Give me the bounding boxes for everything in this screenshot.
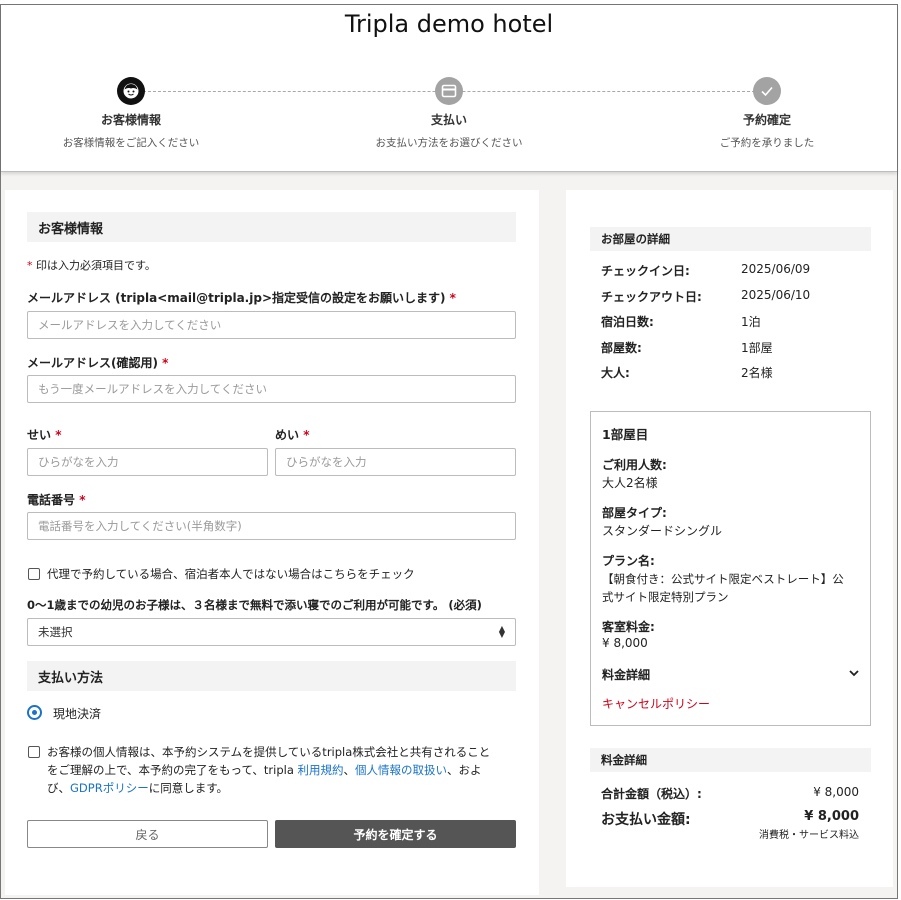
payment-onsite-radio[interactable] — [27, 705, 42, 720]
step-name: 支払い — [430, 113, 467, 127]
required-note: * 印は入力必須項目です。 — [27, 259, 156, 272]
nights-label: 宿泊日数: — [601, 315, 654, 329]
plan-value-line: 【朝食付き：公式サイト限定ベストレート】公 — [602, 572, 844, 586]
mei-input[interactable] — [275, 448, 516, 476]
fee-breakdown-toggle[interactable]: 料金詳細 — [602, 666, 860, 684]
step-desc: お支払い方法をお選びください — [375, 137, 523, 149]
nights-value: 1泊 — [741, 315, 761, 329]
sei-label: せい — [27, 428, 52, 442]
checkin-value: 2025/06/09 — [741, 262, 811, 276]
check-icon — [753, 77, 781, 105]
required-mark: * — [55, 428, 62, 442]
consent-text-segment: をご理解の上で、本予約の完了をもって、tripla — [47, 763, 298, 777]
room-type-label: 部屋タイプ: — [602, 506, 667, 520]
terms-link[interactable]: 利用規約 — [298, 763, 344, 777]
section-title-customer: お客様情報 — [27, 212, 516, 242]
plan-value-line: 式サイト限定特別プラン — [602, 590, 729, 604]
infant-select-value: 未選択 — [38, 625, 73, 639]
privacy-link[interactable]: 個人情報の取扱い — [355, 763, 447, 777]
email-label: メールアドレス (tripla<mail@tripla.jp>指定受信の設定をお… — [27, 291, 446, 305]
required-mark: * — [79, 493, 86, 507]
sei-input[interactable] — [27, 448, 268, 476]
room-1-box: 1部屋目 ご利用人数: 大人2名様 部屋タイプ: スタンダードシングル プラン名… — [590, 411, 871, 726]
select-arrows-icon: ▲ ▼ — [498, 624, 505, 639]
guests-label: ご利用人数: — [602, 458, 667, 472]
page-frame: Tripla demo hotel お客様情報 お客様情報をご記入ください 支払… — [0, 4, 898, 899]
checkout-label: チェックアウト日: — [601, 290, 702, 304]
step-name: お客様情報 — [100, 113, 161, 127]
mei-label: めい — [275, 428, 300, 442]
payment-onsite-label: 現地決済 — [53, 707, 102, 721]
consent-text-segment: 、およ — [447, 763, 482, 777]
proxy-checkbox-label: 代理で予約している場合、宿泊者本人ではない場合はこちらをチェック — [47, 567, 415, 581]
phone-label-wrap: 電話番号 * — [27, 491, 85, 508]
sei-label-wrap: せい * — [27, 426, 61, 443]
section-title-room-details: お部屋の詳細 — [590, 227, 871, 251]
email-confirm-label: メールアドレス(確認用) — [27, 356, 158, 370]
step-payment: 支払い お支払い方法をお選びください — [349, 77, 549, 150]
plan-label: プラン名: — [602, 554, 655, 568]
total-label: 合計金額（税込）: — [601, 787, 702, 801]
step-desc: ご予約を承りました — [719, 137, 815, 149]
customer-form-panel: お客様情報 * 印は入力必須項目です。 メールアドレス (tripla<mail… — [5, 190, 539, 895]
section-title-fee: 料金詳細 — [590, 748, 871, 772]
step-desc: お客様情報をご記入ください — [62, 137, 200, 149]
card-icon — [435, 77, 463, 105]
tax-note: 消費税・サービス料込 — [759, 830, 859, 841]
adults-label: 大人: — [601, 366, 630, 380]
checkout-value: 2025/06/10 — [741, 288, 811, 302]
email-confirm-label-wrap: メールアドレス(確認用) * — [27, 354, 168, 371]
phone-input[interactable] — [27, 512, 516, 540]
plan-value: 【朝食付き：公式サイト限定ベストレート】公 式サイト限定特別プラン — [602, 570, 844, 606]
header: Tripla demo hotel お客様情報 お客様情報をご記入ください 支払… — [1, 5, 897, 172]
rooms-label: 部屋数: — [601, 341, 642, 355]
hotel-title: Tripla demo hotel — [344, 10, 554, 38]
required-mark: * — [449, 291, 456, 305]
guests-value: 大人2名様 — [602, 476, 658, 490]
step-customer-info: お客様情報 お客様情報をご記入ください — [31, 77, 231, 150]
total-value: ¥ 8,000 — [813, 785, 859, 799]
gdpr-link[interactable]: GDPRポリシー — [70, 781, 149, 795]
consent-text: お客様の個人情報は、本予約システムを提供しているtripla株式会社と共有される… — [47, 743, 522, 797]
rooms-value: 1部屋 — [741, 341, 773, 355]
section-title-payment: 支払い方法 — [27, 661, 516, 691]
proxy-checkbox[interactable] — [28, 568, 40, 580]
mei-label-wrap: めい * — [275, 426, 309, 443]
room-price-label: 客室料金: — [602, 620, 655, 634]
booking-summary-panel: お部屋の詳細 チェックイン日: 2025/06/09 チェックアウト日: 202… — [566, 190, 893, 887]
checkin-label: チェックイン日: — [601, 264, 690, 278]
fee-breakdown-label: 料金詳細 — [602, 668, 651, 682]
consent-line-2: をご理解の上で、本予約の完了をもって、tripla 利用規約、個人情報の取扱い、… — [47, 761, 522, 779]
pay-amount-label: お支払い金額: — [601, 812, 691, 828]
face-icon — [117, 77, 145, 105]
room-1-title: 1部屋目 — [602, 427, 649, 442]
chevron-down-icon — [848, 667, 860, 682]
adults-value: 2名様 — [741, 366, 773, 380]
consent-text-segment: び、 — [47, 781, 70, 795]
consent-text-segment: 、 — [343, 763, 356, 777]
room-type-value: スタンダードシングル — [602, 524, 723, 538]
pay-amount-value: ¥ 8,000 — [804, 809, 859, 824]
confirm-booking-button[interactable]: 予約を確定する — [275, 820, 516, 848]
step-name: 予約確定 — [742, 113, 791, 127]
consent-checkbox[interactable] — [28, 746, 40, 758]
room-price-value: ¥ 8,000 — [602, 636, 648, 650]
step-confirmed: 予約確定 ご予約を承りました — [667, 77, 867, 150]
consent-line-3: び、GDPRポリシーに同意します。 — [47, 779, 522, 797]
cancel-policy-link[interactable]: キャンセルポリシー — [602, 695, 710, 712]
consent-line-1: お客様の個人情報は、本予約システムを提供しているtripla株式会社と共有される… — [47, 745, 491, 759]
phone-label: 電話番号 — [27, 493, 76, 507]
email-confirm-input[interactable] — [27, 375, 516, 403]
email-input[interactable] — [27, 311, 516, 339]
required-mark: * — [162, 356, 169, 370]
email-label-wrap: メールアドレス (tripla<mail@tripla.jp>指定受信の設定をお… — [27, 289, 456, 306]
back-button[interactable]: 戻る — [27, 820, 268, 848]
consent-text-segment: に同意します。 — [148, 781, 229, 795]
infant-label: 0〜1歳までの幼児のお子様は、３名様まで無料で添い寝でのご利用が可能です。 (必… — [27, 598, 482, 612]
infant-select[interactable]: 未選択 ▲ ▼ — [27, 618, 516, 646]
required-mark: * — [303, 428, 310, 442]
